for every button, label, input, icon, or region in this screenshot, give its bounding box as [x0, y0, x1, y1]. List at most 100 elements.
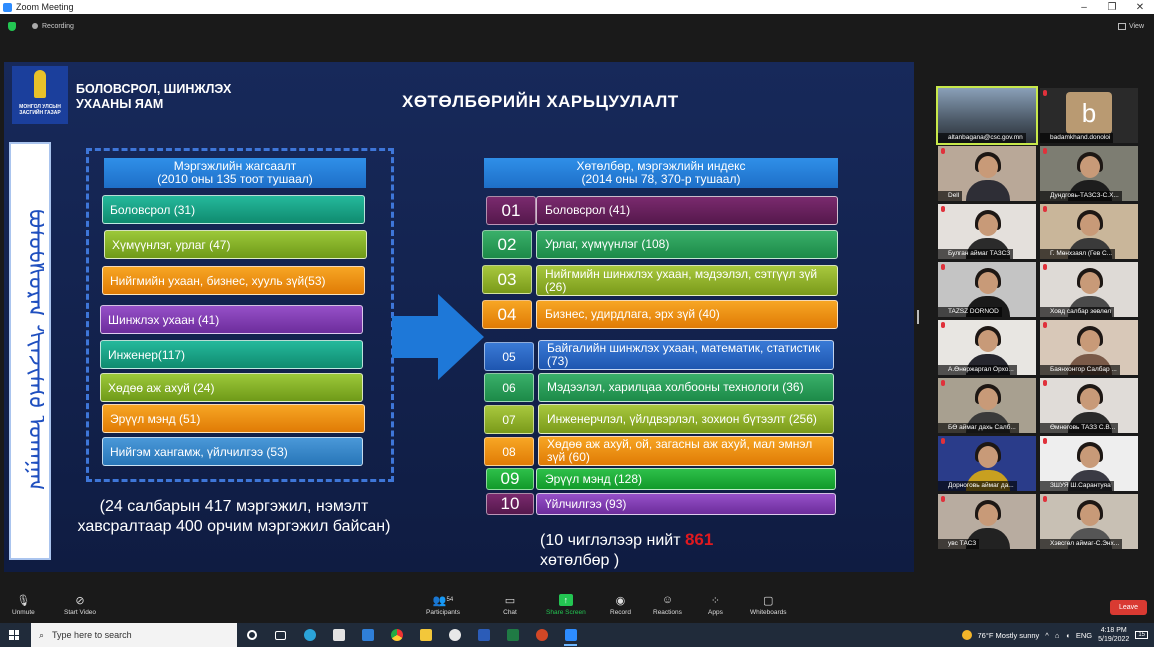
right-note-prefix: (10 чиглэлээр нийт [540, 532, 685, 549]
clock[interactable]: 4:18 PM 5/19/2022 [1098, 626, 1129, 644]
participant-tile[interactable]: TAZSZ DORNOD [938, 262, 1036, 317]
unmute-button[interactable]: 🎙 Unmute [12, 594, 35, 617]
right-item: Инженерчлэл, үйлдвэрлэл, зохион бүтээлт … [538, 404, 834, 434]
participant-name: увс ТАСЗ [938, 539, 980, 549]
participants-button[interactable]: 👥 54 Participants [426, 594, 460, 617]
index-number: 05 [484, 342, 534, 371]
participant-tile[interactable]: Өмнөговь ТАЗЗ С.В... [1040, 378, 1138, 433]
vertical-script-text: ᠪᠣᠯᠣᠪᠰᠤᠷᠠᠯ ᠰᠢᠨᠵᠢᠯᠡᠬᠦ ᠤᠬᠠᠭᠠᠨ [23, 209, 44, 493]
slack-icon[interactable] [440, 623, 469, 647]
taskbar-search-box[interactable]: ⌕ Type here to search [31, 623, 237, 647]
record-button[interactable]: ◉ Record [610, 594, 631, 617]
whiteboards-button[interactable]: ▢ Whiteboards [750, 594, 787, 617]
participant-tile[interactable]: Дундговь-ТАЗСЗ-С.Х... [1040, 146, 1138, 201]
tray-chevron-icon[interactable]: ^ [1045, 631, 1049, 640]
edge-icon[interactable] [295, 623, 324, 647]
video-off-icon: ⊘ [75, 594, 85, 607]
ministry-line-1: БОЛОВСРОЛ, ШИНЖЛЭХ [76, 82, 232, 96]
muted-mic-icon [1043, 380, 1047, 386]
word-icon[interactable] [469, 623, 498, 647]
participant-name: Г. Мөнхзаял (Гев С... [1040, 249, 1116, 259]
volume-icon[interactable]: ◖ [1065, 631, 1070, 640]
system-tray: 76°F Mostly sunny ^ ⌂ ◖ ENG 4:18 PM 5/19… [961, 626, 1154, 644]
participant-tile[interactable]: Баянхонгор Салбар ... [1040, 320, 1138, 375]
chat-icon: ▭ [504, 594, 516, 607]
right-item: Эрүүл мэнд (128) [536, 468, 836, 490]
leave-button[interactable]: Leave [1110, 600, 1147, 615]
index-number: 07 [484, 405, 534, 434]
share-screen-button[interactable]: ↑ Share Screen [546, 594, 586, 616]
meeting-toolbar: 🎙 Unmute ⊘ Start Video 👥 54 Participants … [0, 590, 1154, 622]
cortana-icon[interactable] [237, 623, 266, 647]
muted-mic-icon [1043, 438, 1047, 444]
index-number: 09 [486, 468, 534, 490]
left-item: Эрүүл мэнд (51) [102, 404, 365, 433]
zoom-app-icon [3, 2, 12, 12]
muted-mic-icon [941, 264, 945, 270]
zoom-taskbar-icon[interactable] [556, 623, 585, 647]
right-summary-note: (10 чиглэлээр нийт 861 хөтөлбөр ) [540, 530, 713, 571]
muted-mic-icon [1043, 206, 1047, 212]
participant-avatar: b [1066, 92, 1112, 134]
right-item: Урлаг, хүмүүнлэг (108) [536, 230, 838, 259]
participant-tile[interactable]: Dell [938, 146, 1036, 201]
ministry-line-2: УХААНЫ ЯАМ [76, 97, 164, 111]
participant-tile[interactable]: Булган аймаг ТАЗСЗ [938, 204, 1036, 259]
participant-tile[interactable]: Хэвсгөл аймаг-С.Энх... [1040, 494, 1138, 549]
participant-tile[interactable]: Дорноговь аймаг да... [938, 436, 1036, 491]
chat-button[interactable]: ▭ Chat [503, 594, 517, 617]
windows-start-icon[interactable] [9, 630, 19, 640]
chrome-icon[interactable] [382, 623, 411, 647]
whiteboards-label: Whiteboards [750, 609, 787, 616]
left-summary-note: (24 салбарын 417 мэргэжил, нэмэлт хавсра… [77, 498, 391, 535]
restore-button[interactable]: ❐ [1098, 2, 1126, 13]
participant-tile[interactable]: altanbagana@csc.gov.mn [936, 86, 1038, 145]
start-video-button[interactable]: ⊘ Start Video [64, 594, 97, 617]
security-shield-icon[interactable] [8, 21, 16, 31]
start-video-label: Start Video [64, 609, 97, 616]
window-titlebar: Zoom Meeting – ❐ ✕ [0, 0, 1154, 14]
share-screen-label: Share Screen [546, 609, 586, 616]
weather-text[interactable]: 76°F Mostly sunny [978, 631, 1040, 640]
right-item: Бизнес, удирдлага, эрх зүй (40) [536, 300, 838, 329]
apps-button[interactable]: ⁘ Apps [708, 594, 723, 617]
participants-count: 54 [446, 597, 454, 603]
language-indicator[interactable]: ENG [1076, 631, 1092, 640]
reactions-label: Reactions [653, 609, 682, 616]
participant-tile[interactable]: Ховд салбар зөвлөл [1040, 262, 1138, 317]
panel-resize-handle[interactable] [917, 310, 919, 324]
participant-name: Ховд салбар зөвлөл [1040, 307, 1115, 317]
participant-tile[interactable]: увс ТАСЗ [938, 494, 1036, 549]
participant-name: Дорноговь аймаг да... [938, 481, 1017, 491]
participant-tile[interactable]: А.Өнөржаргал Орхо... [938, 320, 1036, 375]
close-button[interactable]: ✕ [1126, 2, 1154, 13]
store-icon[interactable] [324, 623, 353, 647]
notification-icon[interactable]: 15 [1135, 631, 1148, 639]
meeting-top-strip: Recording View [0, 14, 1154, 38]
excel-icon[interactable] [498, 623, 527, 647]
task-view-icon[interactable] [266, 623, 295, 647]
mail-icon[interactable] [353, 623, 382, 647]
minimize-button[interactable]: – [1070, 2, 1098, 13]
view-button[interactable]: View [1117, 22, 1144, 30]
left-header-line-2: (2010 оны 135 тоот тушаал) [157, 172, 313, 186]
participant-tile[interactable]: ЗШУЯ Ш.Сарантуяа [1040, 436, 1138, 491]
network-icon[interactable]: ⌂ [1055, 631, 1060, 640]
participant-tile[interactable]: БӨ аймаг дахь Салб... [938, 378, 1036, 433]
left-item: Хүмүүнлэг, урлаг (47) [104, 230, 367, 259]
participant-tile[interactable]: Г. Мөнхзаял (Гев С... [1040, 204, 1138, 259]
left-item: Нийгмийн ухаан, бизнес, хууль зүй(53) [102, 266, 365, 295]
muted-mic-icon [1043, 322, 1047, 328]
participant-name: altanbagana@csc.gov.mn [938, 133, 1026, 143]
reactions-button[interactable]: ☺ Reactions [653, 594, 682, 616]
muted-microphone-icon: 🎙 [16, 594, 31, 607]
participants-icon: 👥 54 [432, 594, 454, 607]
powerpoint-icon[interactable] [527, 623, 556, 647]
right-item: Мэдээлэл, харилцаа холбооны технологи (3… [538, 373, 834, 402]
soyombo-icon [34, 70, 46, 98]
file-explorer-icon[interactable] [411, 623, 440, 647]
index-number: 02 [482, 230, 532, 259]
participant-tile[interactable]: b badamkhand.donoloi [1040, 88, 1138, 143]
right-item: Байгалийн шинжлэх ухаан, математик, стат… [538, 340, 834, 370]
participant-name: TAZSZ DORNOD [938, 307, 1002, 317]
